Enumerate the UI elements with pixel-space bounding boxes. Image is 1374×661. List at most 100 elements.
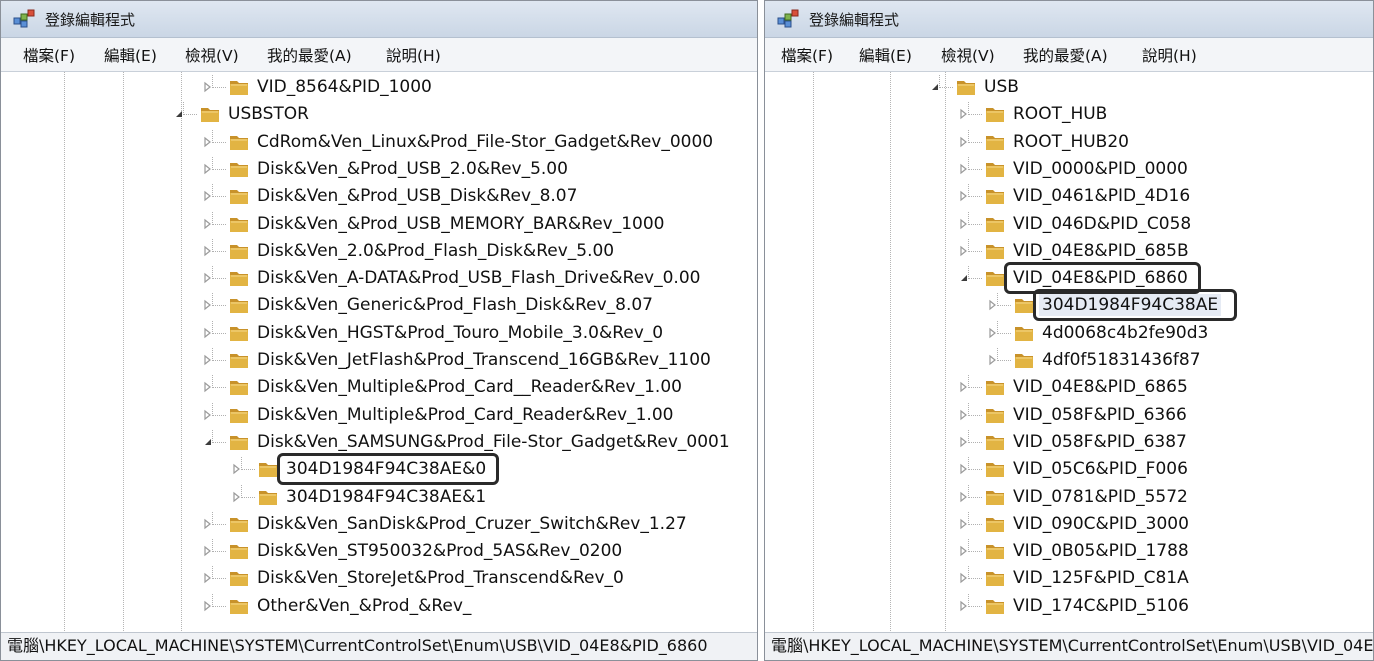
tree-row[interactable]: VID_0781&PID_5572 bbox=[765, 484, 1373, 511]
registry-key-label[interactable]: 4d0068c4b2fe90d3 bbox=[1042, 322, 1208, 344]
collapsed-arrow-icon[interactable] bbox=[202, 272, 214, 284]
tree-row[interactable]: Disk&Ven_&Prod_USB_2.0&Rev_5.00 bbox=[1, 156, 757, 183]
tree-row[interactable]: Disk&Ven_SAMSUNG&Prod_File-Stor_Gadget&R… bbox=[1, 429, 757, 456]
registry-key-label[interactable]: CdRom&Ven_Linux&Prod_File-Stor_Gadget&Re… bbox=[257, 131, 713, 153]
tree-row[interactable]: Other&Ven_&Prod_&Rev_ bbox=[1, 593, 757, 620]
tree-row[interactable]: 4d0068c4b2fe90d3 bbox=[765, 320, 1373, 347]
expanded-arrow-icon[interactable] bbox=[929, 81, 941, 93]
collapsed-arrow-icon[interactable] bbox=[958, 190, 970, 202]
registry-key-tree[interactable]: VID_8564&PID_1000 USBSTOR CdRom&Ven_Linux&… bbox=[1, 72, 757, 633]
registry-key-label[interactable]: VID_05C6&PID_F006 bbox=[1013, 458, 1188, 480]
collapsed-arrow-icon[interactable] bbox=[202, 218, 214, 230]
collapsed-arrow-icon[interactable] bbox=[202, 327, 214, 339]
menu-favorites[interactable]: 我的最愛(A) bbox=[1023, 44, 1108, 66]
tree-row[interactable]: Disk&Ven_A-DATA&Prod_USB_Flash_Drive&Rev… bbox=[1, 266, 757, 292]
tree-row[interactable]: VID_058F&PID_6366 bbox=[765, 402, 1373, 429]
registry-key-label[interactable]: VID_125F&PID_C81A bbox=[1013, 567, 1189, 589]
registry-key-label[interactable]: VID_04E8&PID_6865 bbox=[1013, 376, 1188, 398]
tree-row[interactable]: Disk&Ven_Multiple&Prod_Card__Reader&Rev_… bbox=[1, 375, 757, 401]
tree-row[interactable]: USBSTOR bbox=[1, 102, 757, 128]
registry-key-label[interactable]: Disk&Ven_&Prod_USB_Disk&Rev_8.07 bbox=[257, 185, 577, 207]
collapsed-arrow-icon[interactable] bbox=[958, 381, 970, 393]
collapsed-arrow-icon[interactable] bbox=[958, 491, 970, 503]
tree-row[interactable]: Disk&Ven_SanDisk&Prod_Cruzer_Switch&Rev_… bbox=[1, 511, 757, 538]
menu-edit[interactable]: 編輯(E) bbox=[104, 44, 157, 66]
menu-view[interactable]: 檢視(V) bbox=[941, 44, 995, 66]
registry-key-label[interactable]: VID_0781&PID_5572 bbox=[1013, 486, 1188, 508]
registry-key-label[interactable]: Disk&Ven_ST950032&Prod_5AS&Rev_0200 bbox=[257, 540, 622, 562]
collapsed-arrow-icon[interactable] bbox=[202, 572, 214, 584]
expanded-arrow-icon[interactable] bbox=[958, 272, 970, 284]
collapsed-arrow-icon[interactable] bbox=[958, 600, 970, 612]
registry-key-label[interactable]: VID_0461&PID_4D16 bbox=[1013, 185, 1190, 207]
registry-key-label[interactable]: USB bbox=[984, 76, 1019, 98]
tree-row[interactable]: Disk&Ven_2.0&Prod_Flash_Disk&Rev_5.00 bbox=[1, 238, 757, 265]
collapsed-arrow-icon[interactable] bbox=[987, 299, 999, 311]
menu-help[interactable]: 說明(H) bbox=[386, 44, 441, 66]
collapsed-arrow-icon[interactable] bbox=[202, 518, 214, 530]
tree-row[interactable]: Disk&Ven_HGST&Prod_Touro_Mobile_3.0&Rev_… bbox=[1, 320, 757, 347]
collapsed-arrow-icon[interactable] bbox=[202, 409, 214, 421]
collapsed-arrow-icon[interactable] bbox=[987, 327, 999, 339]
collapsed-arrow-icon[interactable] bbox=[958, 572, 970, 584]
collapsed-arrow-icon[interactable] bbox=[202, 245, 214, 257]
tree-row[interactable]: VID_04E8&PID_685B bbox=[765, 238, 1373, 265]
tree-row[interactable]: VID_090C&PID_3000 bbox=[765, 511, 1373, 538]
registry-key-label[interactable]: Disk&Ven_&Prod_USB_MEMORY_BAR&Rev_1000 bbox=[257, 213, 665, 235]
tree-row[interactable]: Disk&Ven_&Prod_USB_MEMORY_BAR&Rev_1000 bbox=[1, 211, 757, 238]
registry-key-label[interactable]: Disk&Ven_Generic&Prod_Flash_Disk&Rev_8.0… bbox=[257, 294, 653, 316]
registry-key-label[interactable]: Disk&Ven_Multiple&Prod_Card__Reader&Rev_… bbox=[257, 376, 682, 398]
registry-key-label[interactable]: 4df0f51831436f87 bbox=[1042, 349, 1201, 371]
collapsed-arrow-icon[interactable] bbox=[958, 463, 970, 475]
menu-file[interactable]: 檔案(F) bbox=[23, 44, 75, 66]
registry-key-label[interactable]: Disk&Ven_SanDisk&Prod_Cruzer_Switch&Rev_… bbox=[257, 513, 687, 535]
registry-key-label[interactable]: Other&Ven_&Prod_&Rev_ bbox=[257, 595, 471, 617]
collapsed-arrow-icon[interactable] bbox=[202, 81, 214, 93]
registry-key-label[interactable]: VID_058F&PID_6387 bbox=[1013, 431, 1187, 453]
collapsed-arrow-icon[interactable] bbox=[958, 136, 970, 148]
registry-key-label[interactable]: Disk&Ven_A-DATA&Prod_USB_Flash_Drive&Rev… bbox=[257, 267, 700, 289]
tree-row[interactable]: ROOT_HUB bbox=[765, 102, 1373, 128]
registry-key-label[interactable]: Disk&Ven_&Prod_USB_2.0&Rev_5.00 bbox=[257, 158, 568, 180]
collapsed-arrow-icon[interactable] bbox=[958, 436, 970, 448]
tree-row[interactable]: 4df0f51831436f87 bbox=[765, 348, 1373, 374]
collapsed-arrow-icon[interactable] bbox=[958, 409, 970, 421]
tree-row[interactable]: ROOT_HUB20 bbox=[765, 129, 1373, 156]
tree-row[interactable]: VID_0000&PID_0000 bbox=[765, 156, 1373, 183]
tree-row[interactable]: VID_0B05&PID_1788 bbox=[765, 539, 1373, 565]
expanded-arrow-icon[interactable] bbox=[173, 108, 185, 120]
collapsed-arrow-icon[interactable] bbox=[202, 600, 214, 612]
registry-key-label[interactable]: Disk&Ven_Multiple&Prod_Card_Reader&Rev_1… bbox=[257, 404, 673, 426]
tree-row[interactable]: VID_0461&PID_4D16 bbox=[765, 184, 1373, 210]
tree-row[interactable]: VID_04E8&PID_6865 bbox=[765, 375, 1373, 401]
tree-row[interactable]: Disk&Ven_&Prod_USB_Disk&Rev_8.07 bbox=[1, 184, 757, 210]
collapsed-arrow-icon[interactable] bbox=[202, 381, 214, 393]
registry-key-label[interactable]: VID_174C&PID_5106 bbox=[1013, 595, 1189, 617]
menu-help[interactable]: 說明(H) bbox=[1142, 44, 1197, 66]
registry-key-label[interactable]: VID_8564&PID_1000 bbox=[257, 76, 432, 98]
tree-row[interactable]: VID_125F&PID_C81A bbox=[765, 566, 1373, 592]
collapsed-arrow-icon[interactable] bbox=[202, 190, 214, 202]
tree-row[interactable]: Disk&Ven_Multiple&Prod_Card_Reader&Rev_1… bbox=[1, 402, 757, 429]
registry-key-label[interactable]: VID_046D&PID_C058 bbox=[1013, 213, 1191, 235]
collapsed-arrow-icon[interactable] bbox=[202, 136, 214, 148]
registry-key-label[interactable]: VID_058F&PID_6366 bbox=[1013, 404, 1187, 426]
registry-key-label[interactable]: VID_090C&PID_3000 bbox=[1013, 513, 1189, 535]
tree-row[interactable]: USB bbox=[765, 75, 1373, 101]
registry-key-tree[interactable]: USB ROOT_HUB ROOT_HUB20 VID_0000&PID_0000 VI… bbox=[765, 72, 1373, 633]
tree-row[interactable]: Disk&Ven_Generic&Prod_Flash_Disk&Rev_8.0… bbox=[1, 293, 757, 319]
collapsed-arrow-icon[interactable] bbox=[202, 545, 214, 557]
registry-key-label[interactable]: VID_0000&PID_0000 bbox=[1013, 158, 1188, 180]
collapsed-arrow-icon[interactable] bbox=[958, 218, 970, 230]
collapsed-arrow-icon[interactable] bbox=[958, 108, 970, 120]
registry-key-label[interactable]: Disk&Ven_HGST&Prod_Touro_Mobile_3.0&Rev_… bbox=[257, 322, 663, 344]
registry-key-label[interactable]: Disk&Ven_JetFlash&Prod_Transcend_16GB&Re… bbox=[257, 349, 711, 371]
collapsed-arrow-icon[interactable] bbox=[958, 163, 970, 175]
expanded-arrow-icon[interactable] bbox=[202, 436, 214, 448]
tree-row[interactable]: Disk&Ven_ST950032&Prod_5AS&Rev_0200 bbox=[1, 539, 757, 565]
tree-row[interactable]: Disk&Ven_JetFlash&Prod_Transcend_16GB&Re… bbox=[1, 348, 757, 374]
collapsed-arrow-icon[interactable] bbox=[958, 545, 970, 557]
menu-view[interactable]: 檢視(V) bbox=[185, 44, 239, 66]
collapsed-arrow-icon[interactable] bbox=[231, 463, 243, 475]
tree-row[interactable]: VID_058F&PID_6387 bbox=[765, 429, 1373, 456]
